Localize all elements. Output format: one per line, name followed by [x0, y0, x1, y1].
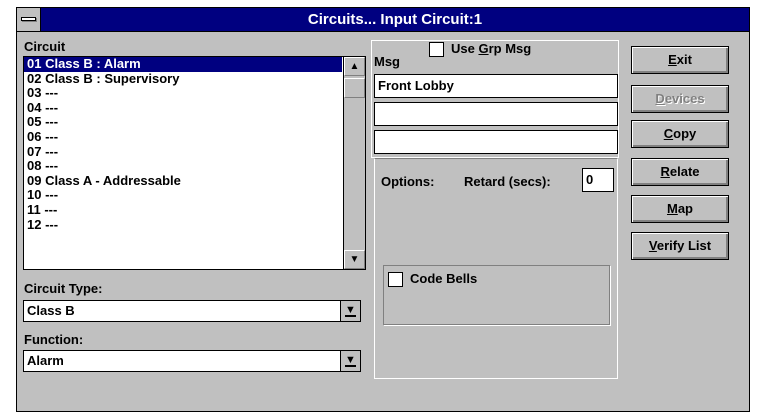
list-item[interactable]: 03 ---	[24, 86, 342, 101]
msg-line-2-input[interactable]	[374, 102, 618, 126]
function-value: Alarm	[27, 353, 64, 368]
msg-line-1-input[interactable]: Front Lobby	[374, 74, 618, 98]
options-label: Options:	[381, 174, 435, 189]
scroll-down-button[interactable]: ▼	[344, 250, 365, 269]
map-button[interactable]: Map	[631, 195, 729, 223]
function-combo[interactable]: Alarm ▼	[23, 350, 361, 372]
copy-button[interactable]: Copy	[631, 120, 729, 148]
list-item[interactable]: 11 ---	[24, 203, 342, 218]
verify-list-button[interactable]: Verify List	[631, 232, 729, 260]
window-title: Circuits... Input Circuit:1	[307, 11, 483, 28]
list-item[interactable]: 12 ---	[24, 218, 342, 233]
devices-button[interactable]: Devices	[631, 85, 729, 113]
list-item[interactable]: 01 Class B : Alarm	[24, 57, 342, 72]
system-menu-icon	[21, 17, 36, 21]
dropdown-arrow-icon: ▼	[345, 304, 356, 317]
circuit-type-label: Circuit Type:	[24, 281, 103, 296]
arrow-down-icon: ▼	[349, 254, 360, 265]
dropdown-arrow-icon: ▼	[345, 354, 356, 367]
list-item[interactable]: 06 ---	[24, 130, 342, 145]
retard-secs-input[interactable]: 0	[582, 168, 614, 192]
circuit-listbox[interactable]: 01 Class B : Alarm 02 Class B : Supervis…	[23, 56, 366, 270]
list-item[interactable]: 08 ---	[24, 159, 342, 174]
system-menu-button[interactable]	[17, 8, 41, 31]
scroll-thumb[interactable]	[344, 78, 365, 98]
use-grp-msg-box[interactable]	[429, 42, 444, 57]
circuit-scrollbar[interactable]: ▲ ▼	[343, 57, 365, 269]
relate-button[interactable]: Relate	[631, 158, 729, 186]
circuit-type-combo[interactable]: Class B ▼	[23, 300, 361, 322]
retard-label: Retard (secs):	[464, 174, 551, 189]
function-label: Function:	[24, 332, 84, 347]
list-item[interactable]: 10 ---	[24, 188, 342, 203]
arrow-up-icon: ▲	[349, 61, 360, 72]
msg-line-3-input[interactable]	[374, 130, 618, 154]
circuit-type-dropdown-button[interactable]: ▼	[340, 301, 360, 321]
circuit-type-value: Class B	[27, 303, 75, 318]
circuits-window: Circuits... Input Circuit:1 Circuit 01 C…	[16, 7, 750, 412]
list-item[interactable]: 07 ---	[24, 145, 342, 160]
msg-label: Msg	[374, 54, 400, 69]
exit-button[interactable]: Exit	[631, 46, 729, 74]
circuit-list-items: 01 Class B : Alarm 02 Class B : Supervis…	[24, 57, 342, 269]
list-item[interactable]: 09 Class A - Addressable	[24, 174, 342, 189]
code-bells-box[interactable]	[388, 272, 403, 287]
list-item[interactable]: 02 Class B : Supervisory	[24, 72, 342, 87]
circuit-label: Circuit	[24, 39, 66, 54]
function-dropdown-button[interactable]: ▼	[340, 351, 360, 371]
list-item[interactable]: 04 ---	[24, 101, 342, 116]
list-item[interactable]: 05 ---	[24, 115, 342, 130]
scroll-up-button[interactable]: ▲	[344, 57, 365, 76]
title-bar[interactable]: Circuits... Input Circuit:1	[17, 8, 749, 32]
